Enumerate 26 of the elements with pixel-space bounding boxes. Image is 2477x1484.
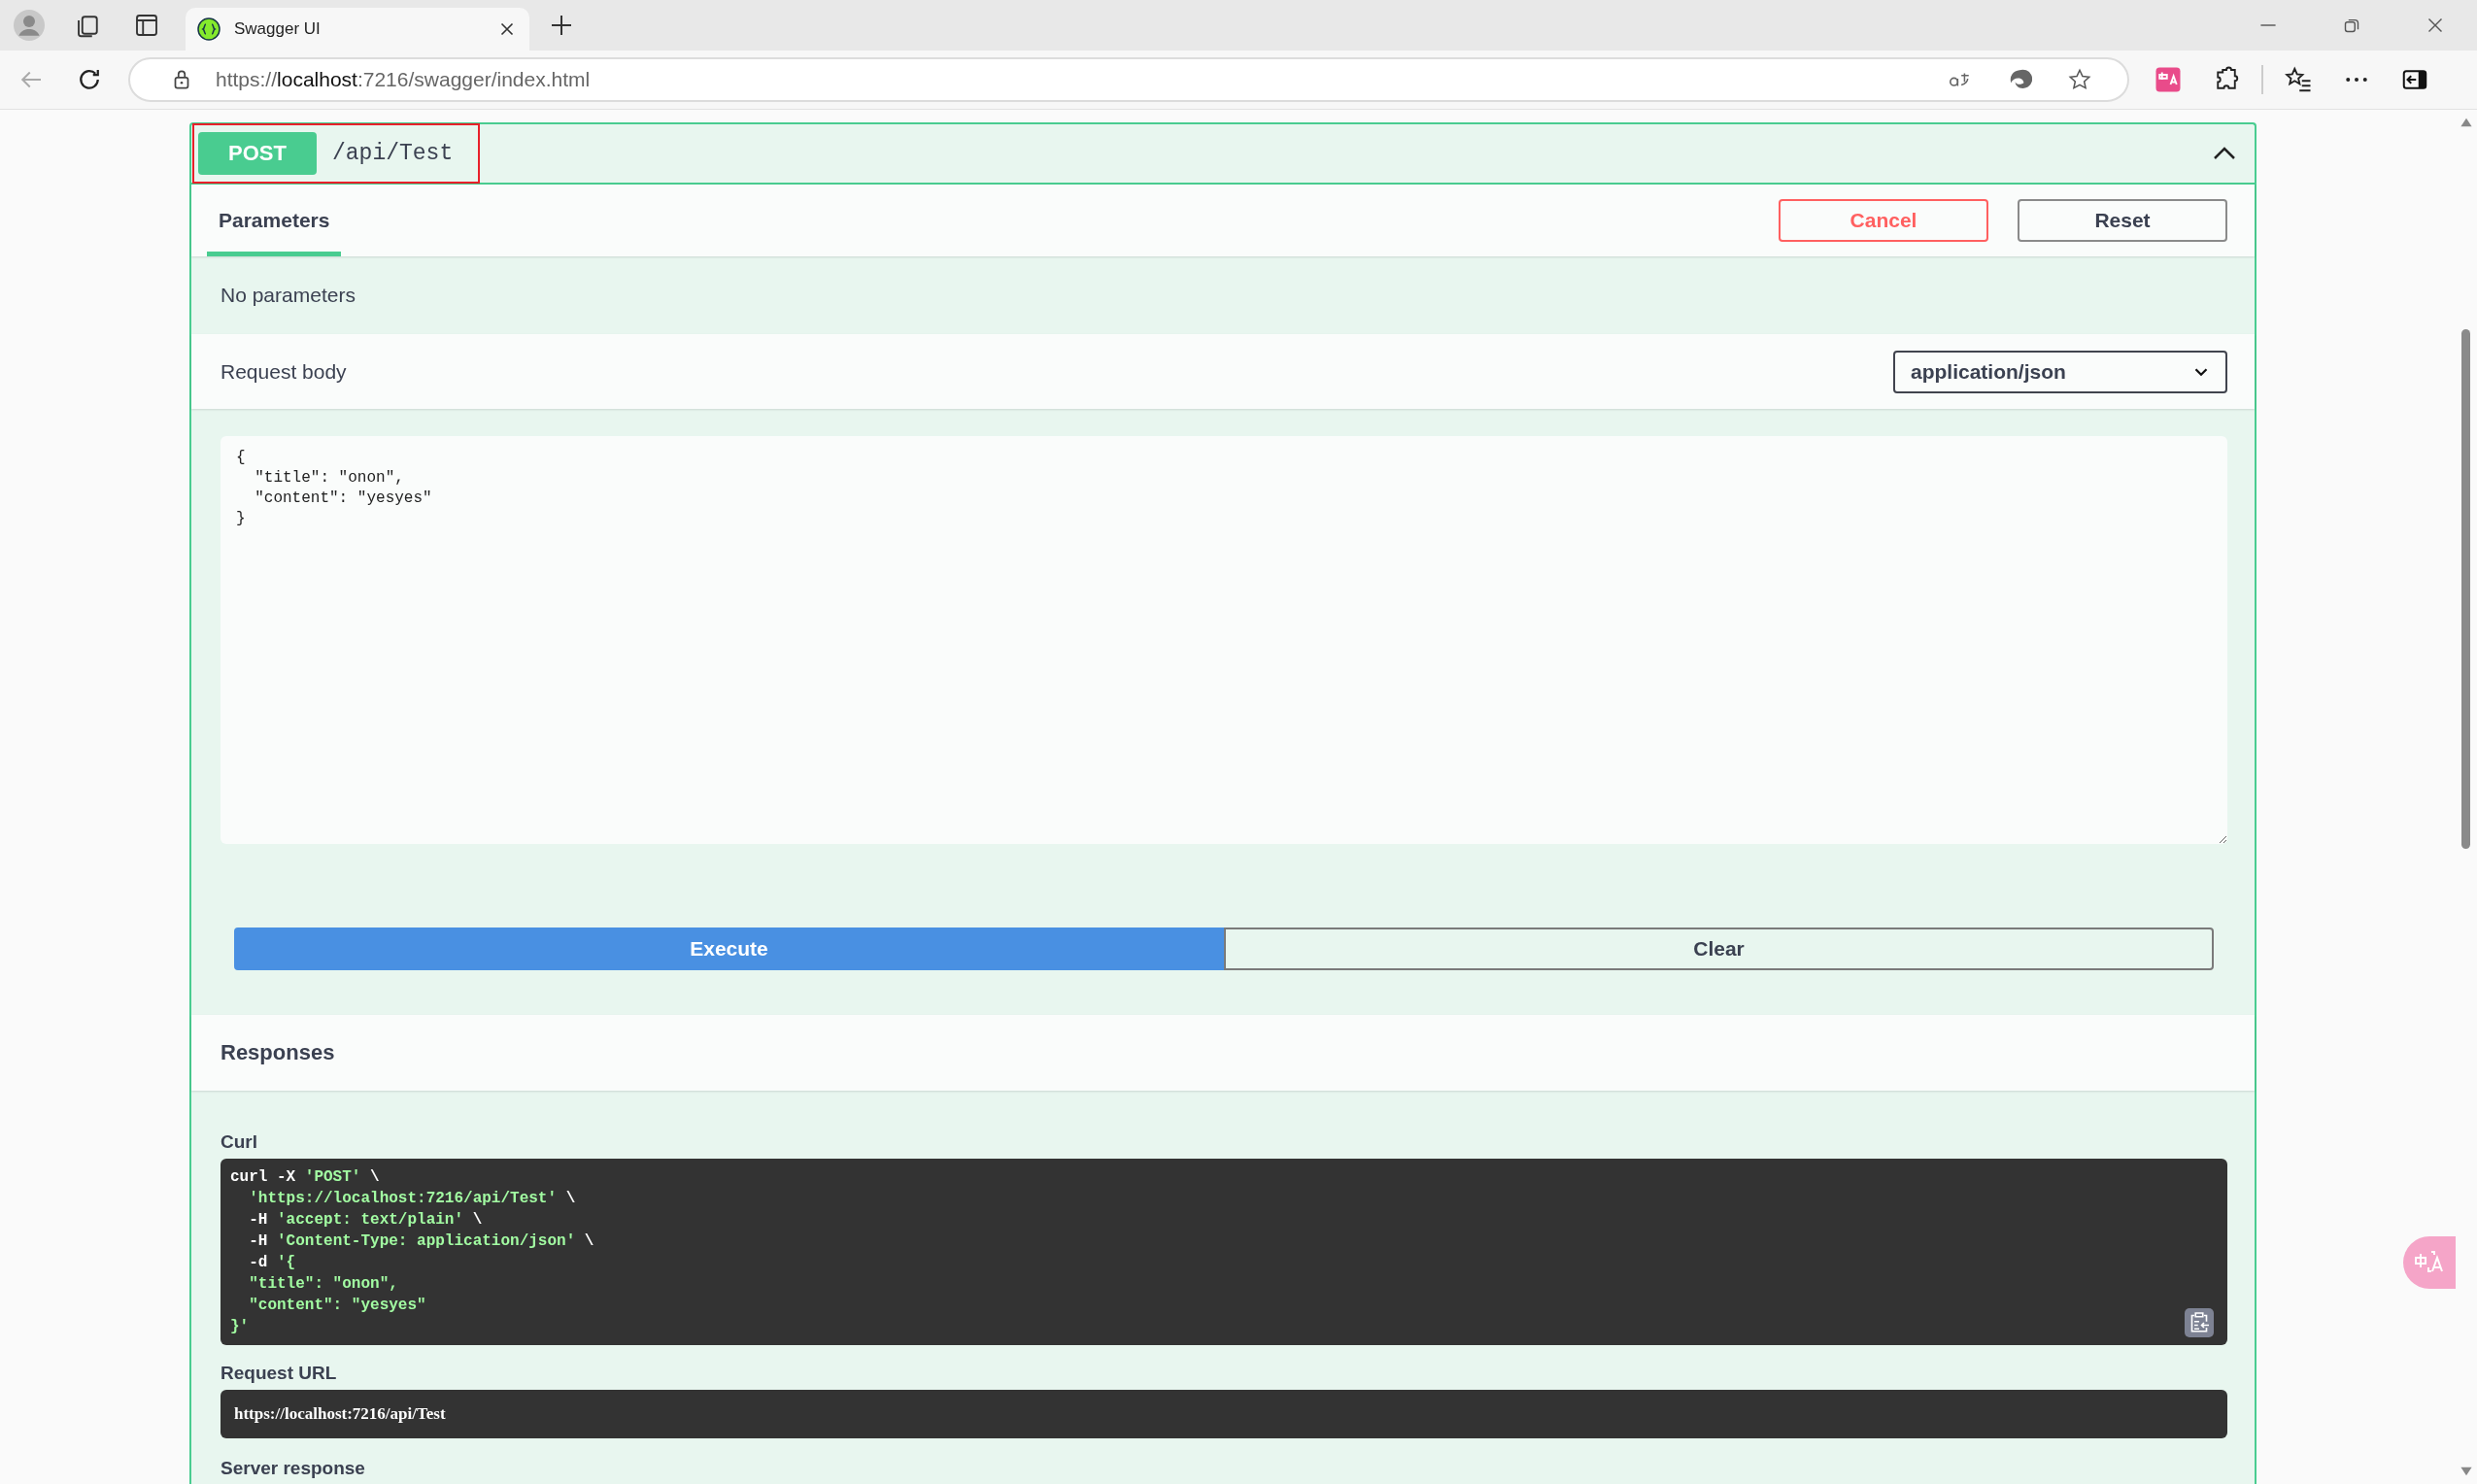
swagger-logo-icon [197, 17, 221, 41]
tab-title: Swagger UI [234, 19, 322, 39]
request-body-label: Request body [221, 359, 347, 384]
profile-icon[interactable] [14, 10, 45, 41]
favorites-icon[interactable] [2284, 65, 2313, 94]
content-type-select[interactable]: application/json [1893, 350, 2227, 393]
scroll-thumb[interactable] [2461, 329, 2470, 849]
endpoint-path: /api/Test [332, 141, 454, 166]
address-bar[interactable]: https://localhost:7216/swagger/index.html [128, 57, 2129, 102]
responses-heading: Responses [221, 1040, 335, 1065]
server-response-label: Server response [221, 1458, 366, 1479]
url-text: https://localhost:7216/swagger/index.html [216, 68, 591, 91]
parameters-tab[interactable]: Parameters [207, 185, 342, 256]
clear-button[interactable]: Clear [1224, 928, 2214, 970]
copy-icon[interactable] [2185, 1308, 2214, 1337]
browser-tab[interactable]: Swagger UI [186, 8, 529, 51]
no-parameters-text: No parameters [221, 284, 356, 307]
method-badge: POST [198, 132, 317, 175]
request-url-text: https://localhost:7216/api/Test [234, 1404, 446, 1424]
reset-button[interactable]: Reset [2018, 199, 2227, 242]
request-url-label: Request URL [221, 1363, 338, 1384]
request-body-field[interactable]: { "title": "onon", "content": "yesyes" } [221, 436, 2227, 844]
star-icon[interactable] [2067, 67, 2092, 92]
curl-command: curl -X 'POST' \ 'https://localhost:7216/api/Test' \ -H 'accept: text/plain' \ -H 'Content-Type: application/json' \ -d '{ "title": "onon", "content": "yesyes" }' [230, 1167, 595, 1337]
translate-icon[interactable] [2154, 65, 2183, 94]
curl-label: Curl [221, 1131, 258, 1153]
